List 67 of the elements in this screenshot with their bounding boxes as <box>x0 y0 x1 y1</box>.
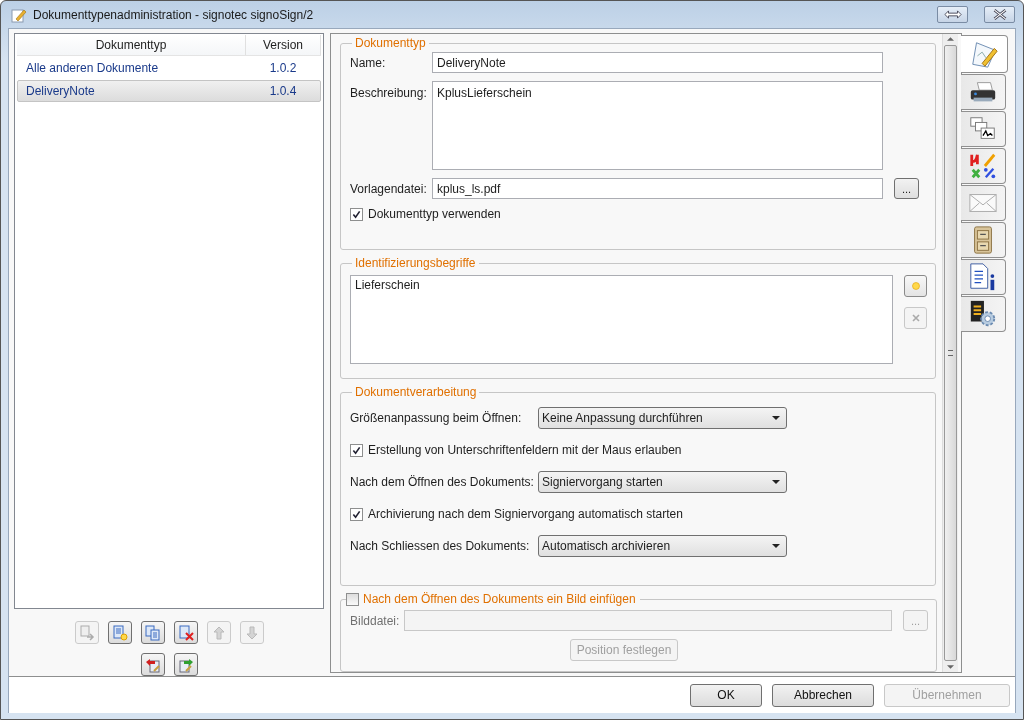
delete-document-button[interactable] <box>173 621 198 644</box>
side-tab[interactable] <box>961 74 1006 110</box>
pencil-document-icon <box>969 39 999 69</box>
field-label: Beschreibung: <box>350 85 428 100</box>
image-file-field[interactable] <box>404 610 892 631</box>
right-arrow-document-icon <box>177 656 194 673</box>
dialog-button[interactable]: OK <box>690 683 762 707</box>
browse-button[interactable]: ... <box>894 178 919 199</box>
field-label: Vorlagendatei: <box>350 181 428 196</box>
caret-icon <box>772 480 780 484</box>
document-name: Alle anderen Dokumente <box>25 61 160 75</box>
version-text: 1.0.2 <box>268 61 298 75</box>
caret-icon <box>772 416 780 420</box>
list-item[interactable]: Lieferschein <box>355 278 420 292</box>
field-label: Größenanpassung beim Öffnen: <box>350 411 523 425</box>
cross-icon <box>910 313 921 323</box>
new-document-button[interactable] <box>107 621 132 644</box>
group-title: Dokumentverarbeitung <box>354 385 478 399</box>
left-arrow-document-button[interactable] <box>140 653 165 676</box>
right-arrow-document-button[interactable] <box>173 653 198 676</box>
left-arrow-document-icon <box>144 656 161 673</box>
name-field[interactable]: DeliveryNote <box>432 52 883 73</box>
window-title: Dokumenttypenadministration - signotec signoSign/2 <box>33 7 314 22</box>
caret-icon <box>772 544 780 548</box>
document-name: DeliveryNote <box>25 84 96 98</box>
copy-button[interactable] <box>140 621 165 644</box>
app-icon <box>11 6 27 23</box>
close-button[interactable] <box>984 6 1015 23</box>
checkbox[interactable] <box>350 207 363 221</box>
group-title: Identifizierungsbegriffe <box>354 256 477 270</box>
document-gear-icon <box>968 299 998 329</box>
scroll-up-icon <box>947 37 954 41</box>
field-label: Nach dem Öffnen des Dokuments: <box>350 475 535 489</box>
group-title: Dokumenttyp <box>354 36 427 50</box>
checkbox-label: Erstellung von Unterschriftenfeldern mit der Maus erlauben <box>368 443 682 457</box>
import-icon <box>78 624 95 641</box>
dialog-button[interactable]: Abbrechen <box>772 683 874 707</box>
add-button[interactable] <box>904 275 927 297</box>
scroll-down-icon <box>947 665 954 669</box>
copy-icon <box>144 624 161 641</box>
symbols-icon <box>968 151 998 181</box>
column-header[interactable]: Version <box>246 35 321 55</box>
version-text: 1.0.4 <box>268 84 298 98</box>
group-title: Nach dem Öffnen des Dokuments ein Bild einfügen <box>363 592 636 606</box>
dropdown[interactable]: Automatisch archivieren <box>538 535 787 557</box>
description-field[interactable]: KplusLieferschein <box>432 81 883 170</box>
field-label: Name: <box>350 55 387 70</box>
delete-document-icon <box>177 624 194 641</box>
resize-button[interactable] <box>937 6 968 23</box>
double-arrow-icon <box>943 10 962 19</box>
checkbox-label: Dokumenttyp verwenden <box>368 207 501 221</box>
side-tab[interactable] <box>961 259 1006 295</box>
dropdown[interactable]: Signiervorgang starten <box>538 471 787 493</box>
list-row[interactable]: Alle anderen Dokumente 1.0.2 <box>17 57 321 79</box>
template-file-field[interactable]: kplus_ls.pdf <box>432 178 883 199</box>
checkbox[interactable] <box>350 507 363 521</box>
new-document-icon <box>111 624 128 641</box>
scrollbar[interactable] <box>942 34 958 672</box>
close-icon <box>992 9 1007 20</box>
list-row[interactable]: DeliveryNote 1.0.4 <box>17 80 321 102</box>
field-label: Nach Schliessen des Dokuments: <box>350 539 531 553</box>
field-label: Bilddatei: <box>350 613 401 628</box>
column-header[interactable]: Dokumenttyp <box>17 35 246 55</box>
side-tab[interactable] <box>961 296 1006 332</box>
checkbox[interactable] <box>350 443 363 457</box>
checkbox-label: Archivierung nach dem Signiervorgang automatisch starten <box>368 507 683 521</box>
dropdown[interactable]: Keine Anpassung durchführen <box>538 407 787 429</box>
